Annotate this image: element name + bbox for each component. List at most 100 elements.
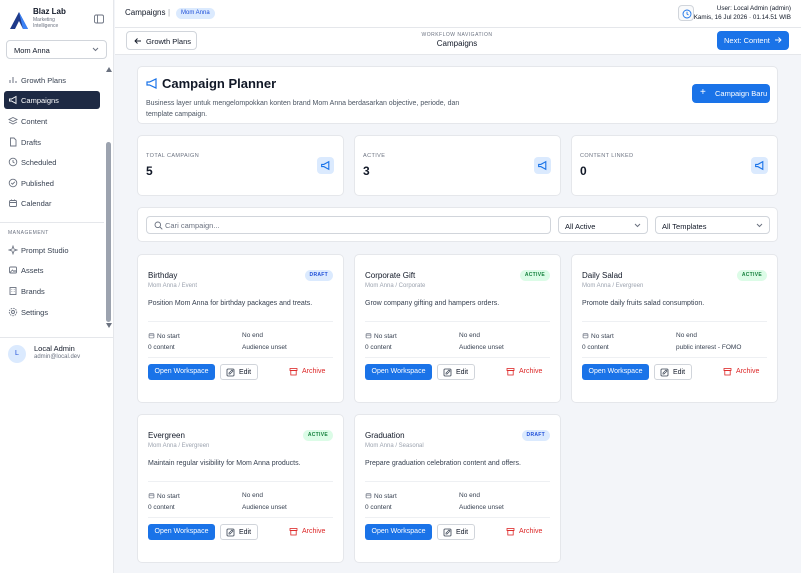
sidebar-scrollbar[interactable] xyxy=(105,67,113,332)
archive-icon xyxy=(506,528,515,536)
brand-select[interactable]: Mom Anna xyxy=(6,40,107,59)
calendar-icon xyxy=(9,199,17,207)
edit-label: Edit xyxy=(239,369,252,376)
avatar: L xyxy=(8,345,26,363)
open-workspace-button[interactable]: Open Workspace xyxy=(365,364,432,380)
megaphone-icon xyxy=(538,160,547,171)
campaign-audience: public interest - FOMO xyxy=(676,344,742,351)
template-filter-select[interactable]: All Templates xyxy=(655,216,770,234)
brand-select-value: Mom Anna xyxy=(14,46,50,55)
sidebar-item-settings[interactable]: Settings xyxy=(4,303,100,321)
sidebar-item-drafts[interactable]: Drafts xyxy=(4,133,100,151)
campaign-start: No start xyxy=(582,332,614,340)
campaign-title: Daily Salad xyxy=(582,271,623,280)
stat-label: ACTIVE xyxy=(363,153,386,159)
edit-button[interactable]: Edit xyxy=(437,364,475,380)
card-divider xyxy=(148,357,333,358)
archive-button[interactable]: Archive xyxy=(723,364,767,380)
archive-button[interactable]: Archive xyxy=(289,364,333,380)
edit-button[interactable]: Edit xyxy=(220,364,258,380)
archive-button[interactable]: Archive xyxy=(506,524,550,540)
campaign-start-text: No start xyxy=(157,493,180,500)
sidebar-item-published[interactable]: Published xyxy=(4,174,100,192)
sidebar-item-scheduled[interactable]: Scheduled xyxy=(4,153,100,171)
campaign-start-text: No start xyxy=(157,333,180,340)
status-badge: ACTIVE xyxy=(519,270,550,281)
campaign-start: No start xyxy=(365,492,397,500)
open-workspace-button[interactable]: Open Workspace xyxy=(148,364,215,380)
sidebar-item-calendar[interactable]: Calendar xyxy=(4,194,100,212)
archive-button[interactable]: Archive xyxy=(289,524,333,540)
pencil-icon xyxy=(226,528,235,537)
next-content-button[interactable]: Next: Content xyxy=(717,31,789,50)
campaign-card-evergreen: Evergreen ACTIVE Mom Anna / Evergreen Ma… xyxy=(137,414,344,563)
check-circle-icon xyxy=(8,178,18,188)
new-campaign-button[interactable]: + Campaign Baru xyxy=(692,84,770,103)
open-workspace-button[interactable]: Open Workspace xyxy=(365,524,432,540)
sidebar: Blaz Lab Marketing Intelligence Mom Anna… xyxy=(0,0,114,573)
brand-logo-icon xyxy=(10,12,28,29)
edit-button[interactable]: Edit xyxy=(654,364,692,380)
search-input[interactable] xyxy=(165,219,545,231)
workflow-bar: Growth Plans WORKFLOW NAVIGATION Campaig… xyxy=(115,28,801,55)
sidebar-collapse-icon[interactable] xyxy=(94,14,104,24)
brand-subtitle: Marketing Intelligence xyxy=(33,17,59,29)
edit-button[interactable]: Edit xyxy=(437,524,475,540)
stat-icon-box xyxy=(534,157,551,174)
sidebar-item-content[interactable]: Content xyxy=(4,112,100,130)
campaign-card-corporate-gift: Corporate Gift ACTIVE Mom Anna / Corpora… xyxy=(354,254,561,403)
pencil-icon xyxy=(443,528,452,537)
back-growth-plans-button[interactable]: Growth Plans xyxy=(126,31,197,50)
clock-icon xyxy=(8,157,18,167)
campaign-title: Graduation xyxy=(365,431,405,440)
campaign-description: Position Mom Anna for birthday packages … xyxy=(148,300,313,307)
breadcrumb-separator: | xyxy=(168,8,171,17)
archive-label: Archive xyxy=(302,528,326,535)
campaign-content-count: 0 content xyxy=(365,344,392,351)
card-divider xyxy=(365,321,550,322)
stat-value: 0 xyxy=(580,164,587,178)
scroll-up-icon[interactable] xyxy=(106,67,112,72)
sidebar-item-label: Prompt Studio xyxy=(21,246,69,255)
arrow-left-icon xyxy=(134,38,141,44)
status-filter-value: All Active xyxy=(565,222,596,231)
sidebar-item-label: Growth Plans xyxy=(21,76,67,85)
sidebar-item-growth-plans[interactable]: Growth Plans xyxy=(4,71,100,89)
datetime: Kamis, 16 Jul 2026 · 01.14.51 WIB xyxy=(693,14,791,21)
archive-icon xyxy=(289,368,298,376)
sidebar-item-brands[interactable]: Brands xyxy=(4,282,100,300)
layers-icon xyxy=(8,116,18,125)
sidebar-item-campaigns[interactable]: Campaigns xyxy=(4,91,100,109)
clock-button[interactable] xyxy=(678,5,694,21)
calendar-icon xyxy=(365,493,372,499)
status-filter-select[interactable]: All Active xyxy=(558,216,648,234)
chart-icon xyxy=(9,77,17,83)
status-badge: ACTIVE xyxy=(736,270,767,281)
search-icon xyxy=(154,221,163,230)
megaphone-icon xyxy=(9,95,17,105)
workflow-current: Campaigns xyxy=(436,39,478,48)
scroll-thumb[interactable] xyxy=(106,142,111,322)
open-workspace-button[interactable]: Open Workspace xyxy=(582,364,649,380)
sidebar-item-label: Calendar xyxy=(21,199,52,208)
megaphone-icon xyxy=(321,160,330,171)
edit-label: Edit xyxy=(673,369,686,376)
sidebar-item-assets[interactable]: Assets xyxy=(4,261,100,279)
sidebar-user[interactable]: L Local Admin admin@local.dev xyxy=(0,337,114,371)
sidebar-item-prompt-studio[interactable]: Prompt Studio xyxy=(4,241,100,259)
campaign-description: Maintain regular visibility for Mom Anna… xyxy=(148,460,301,467)
campaign-audience: Audience unset xyxy=(242,504,287,511)
edit-button[interactable]: Edit xyxy=(220,524,258,540)
stat-value: 5 xyxy=(146,164,153,178)
scroll-down-icon[interactable] xyxy=(106,323,112,328)
brand-pill: Mom Anna xyxy=(176,8,215,19)
search-box[interactable] xyxy=(146,216,551,234)
card-divider xyxy=(365,357,550,358)
archive-button[interactable]: Archive xyxy=(506,364,550,380)
open-workspace-button[interactable]: Open Workspace xyxy=(148,524,215,540)
calendar-icon xyxy=(148,493,155,499)
sidebar-item-label: Drafts xyxy=(21,138,42,147)
campaign-title: Corporate Gift xyxy=(365,271,416,280)
pencil-icon xyxy=(226,368,235,377)
brand-header: Blaz Lab Marketing Intelligence xyxy=(8,6,108,34)
